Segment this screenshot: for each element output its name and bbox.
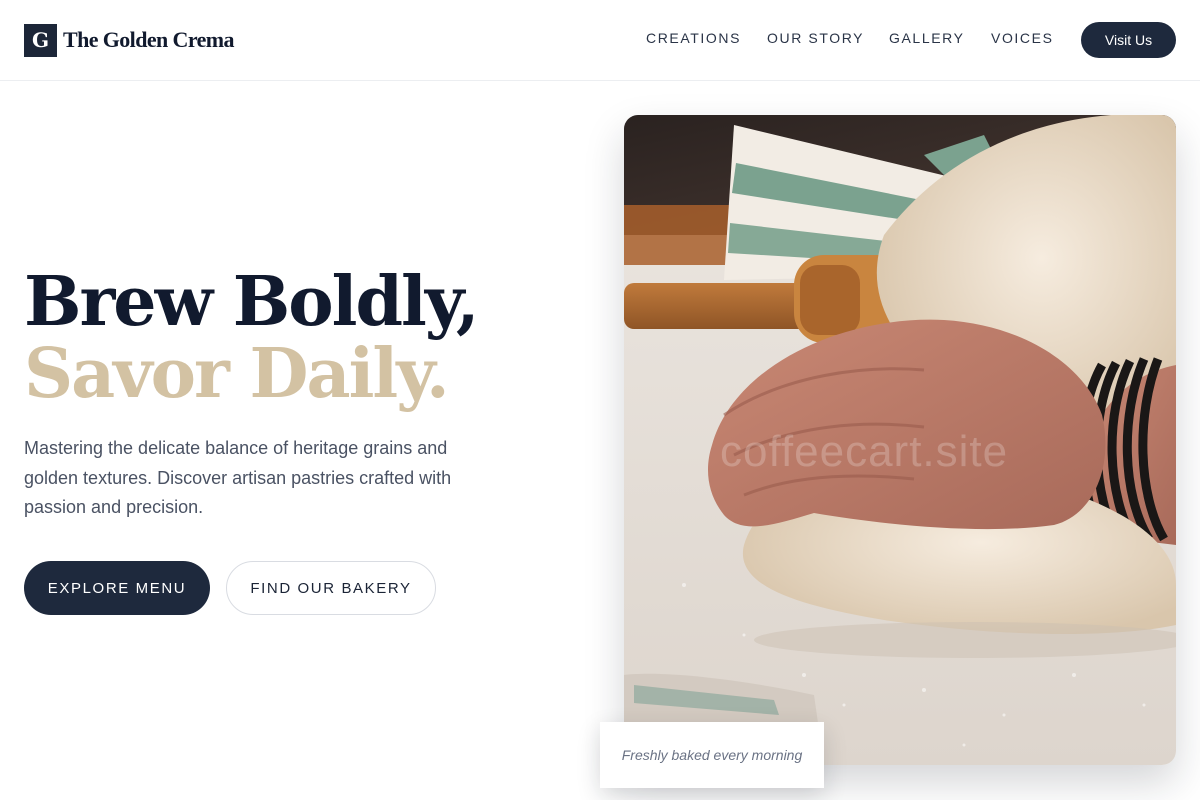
find-bakery-button[interactable]: FIND OUR BAKERY <box>226 561 436 615</box>
site-header: G The Golden Crema CREATIONS OUR STORY G… <box>0 0 1200 81</box>
brand-name: The Golden Crema <box>63 27 234 52</box>
nav-link-gallery[interactable]: GALLERY <box>889 30 965 46</box>
hero-image-dough-kneading: coffeecart.site <box>624 115 1176 765</box>
headline-line-1: Brew Boldly, <box>24 262 480 342</box>
hero-headline: Brew Boldly, Savor Daily. <box>24 266 584 410</box>
image-watermark: coffeecart.site <box>720 427 1009 476</box>
logo-mark: G <box>24 23 57 57</box>
nav-link-creations[interactable]: CREATIONS <box>646 30 741 46</box>
image-caption-card: Freshly baked every morning <box>600 722 824 788</box>
headline-line-2: Savor Daily. <box>24 334 450 414</box>
nav-link-our-story[interactable]: OUR STORY <box>767 30 864 46</box>
hero-description: Mastering the delicate balance of herita… <box>24 438 452 517</box>
image-caption-text: Freshly baked every morning <box>621 747 803 763</box>
visit-us-button[interactable]: Visit Us <box>1081 22 1176 58</box>
nav-link-voices[interactable]: VOICES <box>991 30 1054 46</box>
brand-logo[interactable]: G The Golden Crema <box>24 23 234 57</box>
explore-menu-button[interactable]: EXPLORE MENU <box>24 561 210 615</box>
